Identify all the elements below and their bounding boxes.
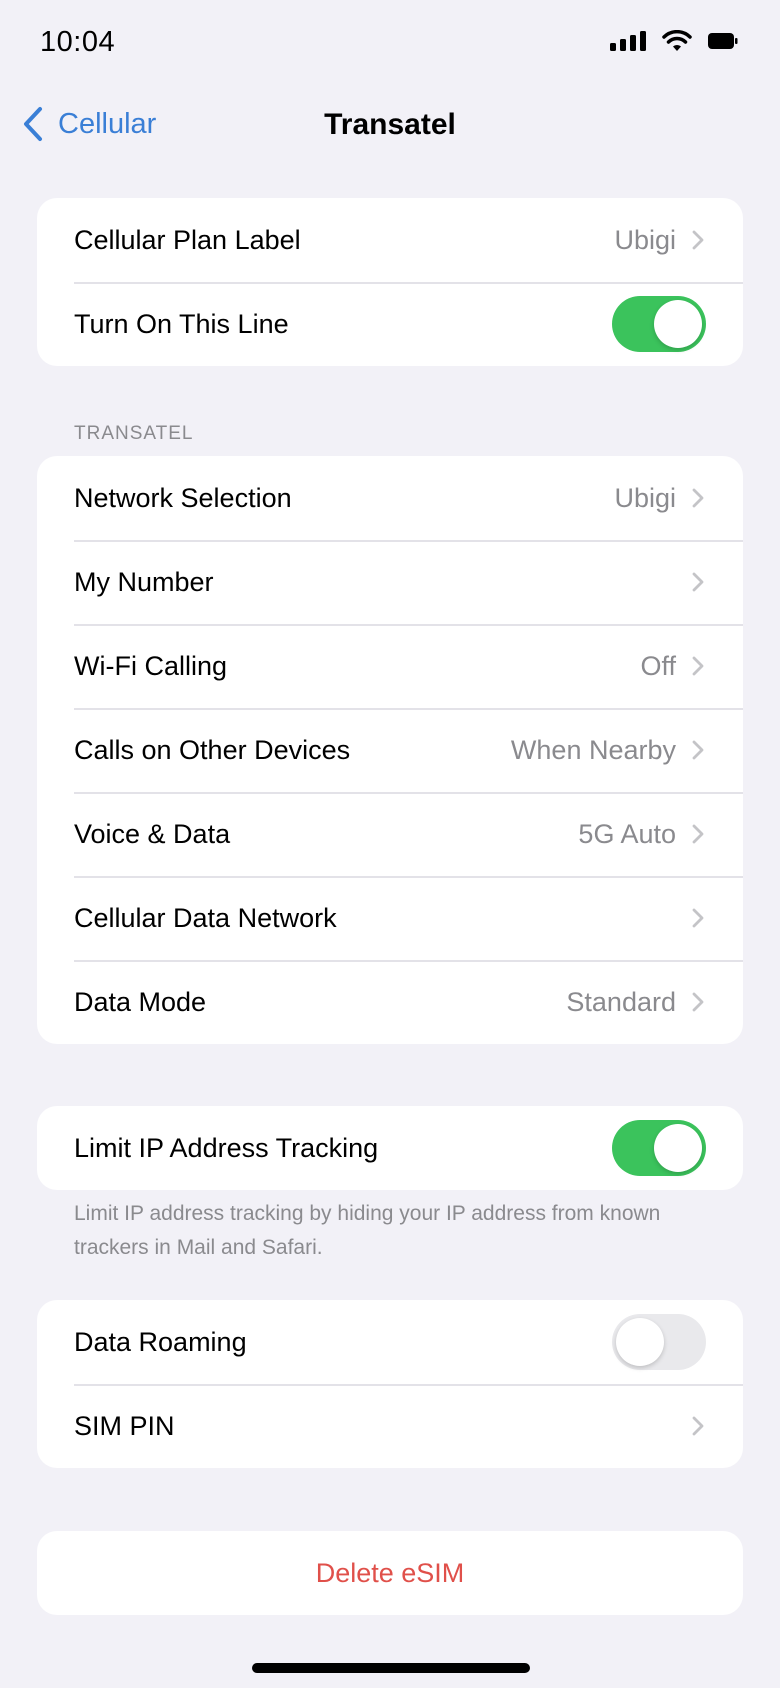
row-label: My Number	[74, 566, 214, 597]
row-value: 5G Auto	[578, 818, 676, 849]
roaming-group: Data Roaming SIM PIN	[37, 1300, 743, 1468]
row-label: Cellular Plan Label	[74, 224, 301, 255]
row-value: Ubigi	[614, 224, 676, 255]
turn-on-this-line-row: Turn On This Line	[37, 282, 743, 366]
turn-on-this-line-toggle[interactable]	[612, 296, 706, 352]
cellular-plan-label-row[interactable]: Cellular Plan Label Ubigi	[37, 198, 743, 282]
battery-icon	[708, 32, 738, 50]
chevron-right-icon	[692, 572, 704, 592]
cellular-plan-settings-screen: 10:04 Cellular Transatel Cellular Plan L…	[0, 0, 780, 1688]
plan-group: Cellular Plan Label Ubigi Turn On This L…	[37, 198, 743, 366]
delete-esim-button[interactable]: Delete eSIM	[37, 1531, 743, 1615]
status-icons	[610, 30, 738, 52]
row-label: Calls on Other Devices	[74, 734, 351, 765]
wifi-icon	[662, 30, 692, 52]
row-label: Cellular Data Network	[74, 902, 337, 933]
row-value: When Nearby	[510, 734, 676, 765]
chevron-right-icon	[692, 824, 704, 844]
voice-and-data-row[interactable]: Voice & Data 5G Auto	[37, 792, 743, 876]
section-header: TRANSATEL	[74, 423, 194, 444]
home-indicator	[252, 1663, 530, 1673]
row-label: Network Selection	[74, 482, 292, 513]
cellular-data-network-row[interactable]: Cellular Data Network	[37, 876, 743, 960]
delete-esim-label: Delete eSIM	[315, 1557, 465, 1588]
my-number-row[interactable]: My Number	[37, 540, 743, 624]
network-selection-row[interactable]: Network Selection Ubigi	[37, 456, 743, 540]
cellular-signal-icon	[610, 31, 646, 51]
limit-ip-tracking-toggle[interactable]	[612, 1120, 706, 1176]
row-value: Off	[640, 650, 676, 681]
chevron-right-icon	[692, 908, 704, 928]
calls-on-other-devices-row[interactable]: Calls on Other Devices When Nearby	[37, 708, 743, 792]
row-label: Data Mode	[74, 986, 207, 1017]
chevron-right-icon	[692, 1416, 704, 1436]
toggle-knob	[654, 1124, 702, 1172]
chevron-right-icon	[692, 230, 704, 250]
data-roaming-toggle[interactable]	[612, 1314, 706, 1370]
limit-ip-tracking-row: Limit IP Address Tracking	[37, 1106, 743, 1190]
transatel-group: Network Selection Ubigi My Number Wi-Fi …	[37, 456, 743, 1044]
data-roaming-row: Data Roaming	[37, 1300, 743, 1384]
row-value: Ubigi	[614, 482, 676, 513]
row-label: Voice & Data	[74, 818, 231, 849]
delete-esim-group: Delete eSIM	[37, 1531, 743, 1615]
toggle-knob	[616, 1318, 664, 1366]
chevron-right-icon	[692, 656, 704, 676]
status-time: 10:04	[40, 26, 116, 58]
limit-ip-footer-note: Limit IP address tracking by hiding your…	[74, 1202, 661, 1259]
wifi-calling-row[interactable]: Wi-Fi Calling Off	[37, 624, 743, 708]
chevron-right-icon	[692, 740, 704, 760]
row-label: Turn On This Line	[74, 308, 289, 339]
row-label: SIM PIN	[74, 1410, 175, 1441]
row-value: Standard	[566, 986, 676, 1017]
sim-pin-row[interactable]: SIM PIN	[37, 1384, 743, 1468]
row-label: Data Roaming	[74, 1326, 247, 1357]
chevron-right-icon	[692, 992, 704, 1012]
navigation-bar: Cellular Transatel	[0, 96, 780, 156]
chevron-right-icon	[692, 488, 704, 508]
toggle-knob	[654, 300, 702, 348]
limit-ip-group: Limit IP Address Tracking	[37, 1106, 743, 1190]
page-title: Transatel	[324, 108, 456, 141]
row-label: Wi-Fi Calling	[74, 650, 228, 681]
data-mode-row[interactable]: Data Mode Standard	[37, 960, 743, 1044]
row-label: Limit IP Address Tracking	[74, 1132, 379, 1163]
status-bar: 10:04	[0, 0, 780, 90]
